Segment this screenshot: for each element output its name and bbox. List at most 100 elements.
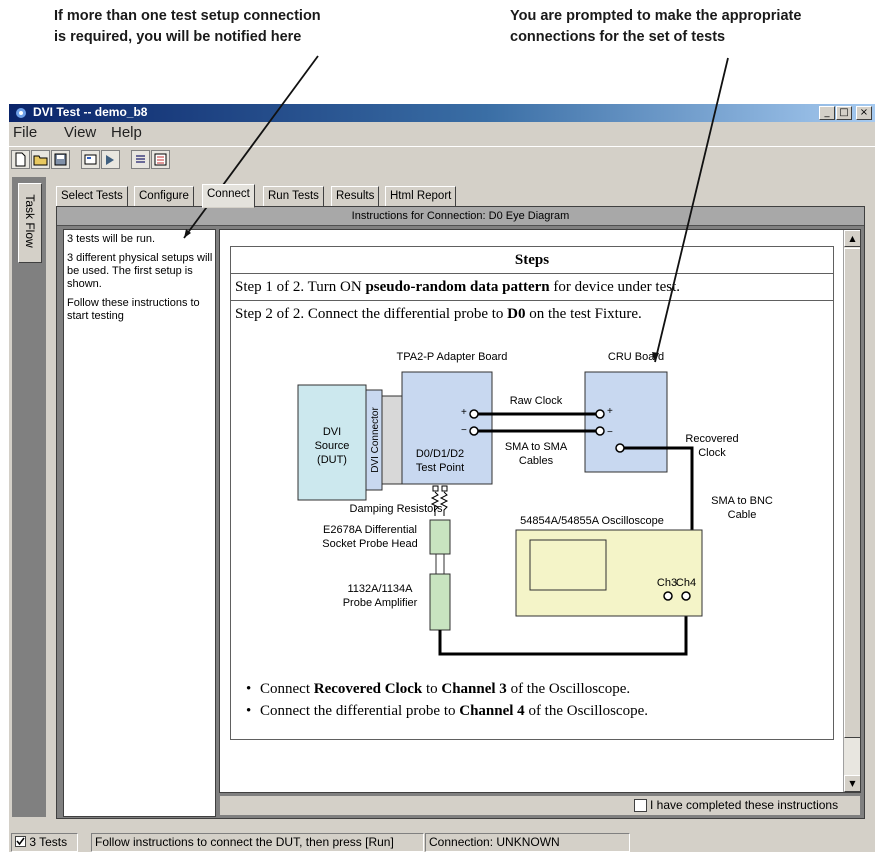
panel-header: Instructions for Connection: D0 Eye Diag… — [57, 207, 864, 226]
scroll-down-icon[interactable]: ▼ — [844, 775, 860, 792]
dvi-source-label-1: DVI — [323, 426, 341, 438]
amplifier-label-2: Probe Amplifier — [343, 597, 418, 609]
ch4-label: Ch4 — [676, 577, 696, 589]
bullet-recovered-clock: Connect Recovered Clock to Channel 3 of … — [246, 681, 631, 698]
tab-select-tests[interactable]: Select Tests — [56, 186, 128, 207]
save-icon[interactable] — [51, 150, 70, 169]
window-title: DVI Test -- demo_b8 — [33, 105, 148, 119]
probe-head-label-1: E2678A Differential — [323, 524, 417, 536]
tab-connect[interactable]: Connect — [202, 184, 255, 208]
adapter-plus: + — [461, 407, 467, 418]
bullet-1-suffix: of the Oscilloscope. — [506, 681, 631, 697]
ch3-label: Ch3 — [657, 577, 677, 589]
info-tests-count: 3 tests will be run. — [67, 233, 156, 245]
tab-results[interactable]: Results — [331, 186, 380, 207]
test-point-label-2: Test Point — [416, 462, 464, 474]
step-1-suffix: for device under test. — [549, 279, 680, 295]
properties-icon[interactable] — [81, 150, 100, 169]
task-flow-label: Task Flow — [23, 194, 37, 248]
status-tests: 3 Tests — [11, 833, 78, 852]
amplifier-label-1: 1132A/1134A — [347, 583, 413, 595]
damping-label: Damping Resistors — [350, 503, 443, 515]
bullet-1-mid: to — [422, 681, 442, 697]
title-bar[interactable]: DVI Test -- demo_b8 _ □ × — [9, 104, 875, 122]
bullet-2-suffix: of the Oscilloscope. — [524, 703, 648, 719]
open-folder-icon[interactable] — [31, 150, 50, 169]
dvi-connector-label: DVI Connector — [370, 407, 381, 473]
maximize-button[interactable]: □ — [836, 106, 852, 120]
menu-file[interactable]: File — [13, 124, 37, 141]
probe-head-box — [429, 519, 451, 555]
sma-plus-right — [595, 409, 605, 419]
sma-to-bnc-label-1: SMA to BNC — [711, 495, 773, 507]
instructions-footer: I have completed these instructions — [219, 795, 861, 816]
setup-info-pane: 3 tests will be run. 3 different physica… — [63, 229, 216, 817]
probe-amplifier-box — [429, 573, 451, 631]
completed-label: I have completed these instructions — [650, 798, 839, 812]
bullet-1-bold-1: Recovered Clock — [313, 681, 423, 697]
sma-minus-left — [469, 426, 479, 436]
raw-clock-label: Raw Clock — [510, 395, 563, 407]
info-instructions: Follow these instructions to start testi… — [67, 297, 200, 322]
bullet-differential-probe: Connect the differential probe to Channe… — [246, 703, 648, 720]
run-arrow-icon[interactable] — [101, 150, 120, 169]
bullet-1-prefix: Connect — [260, 681, 314, 697]
steps-heading: Steps — [231, 247, 833, 274]
minimize-button[interactable]: _ — [819, 106, 835, 120]
list-icon[interactable] — [131, 150, 150, 169]
probe-cable-segment — [435, 553, 445, 575]
close-button[interactable]: × — [856, 106, 872, 120]
test-point-pin-2 — [441, 485, 448, 492]
callout-right-line1: You are prompted to make the appropriate — [510, 8, 802, 24]
bullet-1-bold-2: Channel 3 — [441, 681, 507, 697]
scroll-thumb[interactable] — [844, 248, 860, 738]
scope-title: 54854A/54855A Oscilloscope — [520, 515, 664, 527]
test-point-pin-1 — [432, 485, 439, 492]
application-window: DVI Test -- demo_b8 _ □ × File View Help — [9, 104, 875, 852]
tab-configure[interactable]: Configure — [134, 186, 194, 207]
recovered-clock-port — [615, 443, 625, 453]
status-connection: Connection: UNKNOWN — [425, 833, 630, 852]
callout-left-line1: If more than one test setup connection — [54, 8, 321, 24]
menu-view[interactable]: View — [64, 124, 96, 141]
bullet-2-prefix: Connect the differential probe to — [260, 703, 460, 719]
cru-board-box — [584, 371, 668, 473]
completed-checkbox[interactable] — [634, 799, 647, 812]
toolbar — [9, 146, 875, 173]
step-2-bold: D0 — [507, 306, 526, 322]
connection-diagram: DVI Source (DUT) DVI Connector TPA2-P Ad… — [297, 351, 773, 656]
task-flow-button[interactable]: Task Flow — [18, 183, 42, 263]
menu-help[interactable]: Help — [111, 124, 142, 141]
status-bar: 3 Tests Follow instructions to connect t… — [9, 831, 875, 852]
recovered-clock-label-1: Recovered — [685, 433, 738, 445]
callout-right: You are prompted to make the appropriate… — [510, 6, 801, 48]
tab-html-report[interactable]: Html Report — [385, 186, 457, 207]
new-file-icon[interactable] — [11, 150, 30, 169]
vertical-scrollbar[interactable]: ▲ ▼ — [843, 230, 860, 792]
connect-panel: Instructions for Connection: D0 Eye Diag… — [56, 206, 865, 819]
sma-to-sma-label-2: Cables — [519, 455, 554, 467]
connector-bridge — [381, 395, 403, 485]
menu-bar: File View Help — [9, 122, 875, 146]
bullet-2-bold: Channel 4 — [459, 703, 525, 719]
adapter-title: TPA2-P Adapter Board — [397, 351, 508, 363]
test-point-label-1: D0/D1/D2 — [416, 448, 464, 460]
check-icon — [15, 836, 26, 847]
sma-plus-left — [469, 409, 479, 419]
app-icon — [16, 108, 26, 118]
scroll-up-icon[interactable]: ▲ — [844, 230, 860, 247]
tab-bar: Select Tests Configure Connect Run Tests… — [56, 184, 875, 208]
callout-left: If more than one test setup connection i… — [54, 6, 321, 48]
report-icon[interactable] — [151, 150, 170, 169]
cru-plus: + — [607, 406, 613, 417]
cru-title: CRU Board — [608, 351, 664, 363]
tab-run-tests[interactable]: Run Tests — [263, 186, 324, 207]
sma-to-bnc-label-2: Cable — [728, 509, 757, 521]
info-setups: 3 different physical setups will be used… — [67, 252, 213, 290]
probe-head-label-2: Socket Probe Head — [322, 538, 417, 550]
step-1: Step 1 of 2. Turn ON pseudo-random data … — [231, 274, 833, 301]
ch3-port — [663, 591, 673, 601]
dvi-source-label-3: (DUT) — [317, 454, 347, 466]
sma-to-sma-label-1: SMA to SMA — [505, 441, 568, 453]
callout-right-line2: connections for the set of tests — [510, 29, 726, 45]
